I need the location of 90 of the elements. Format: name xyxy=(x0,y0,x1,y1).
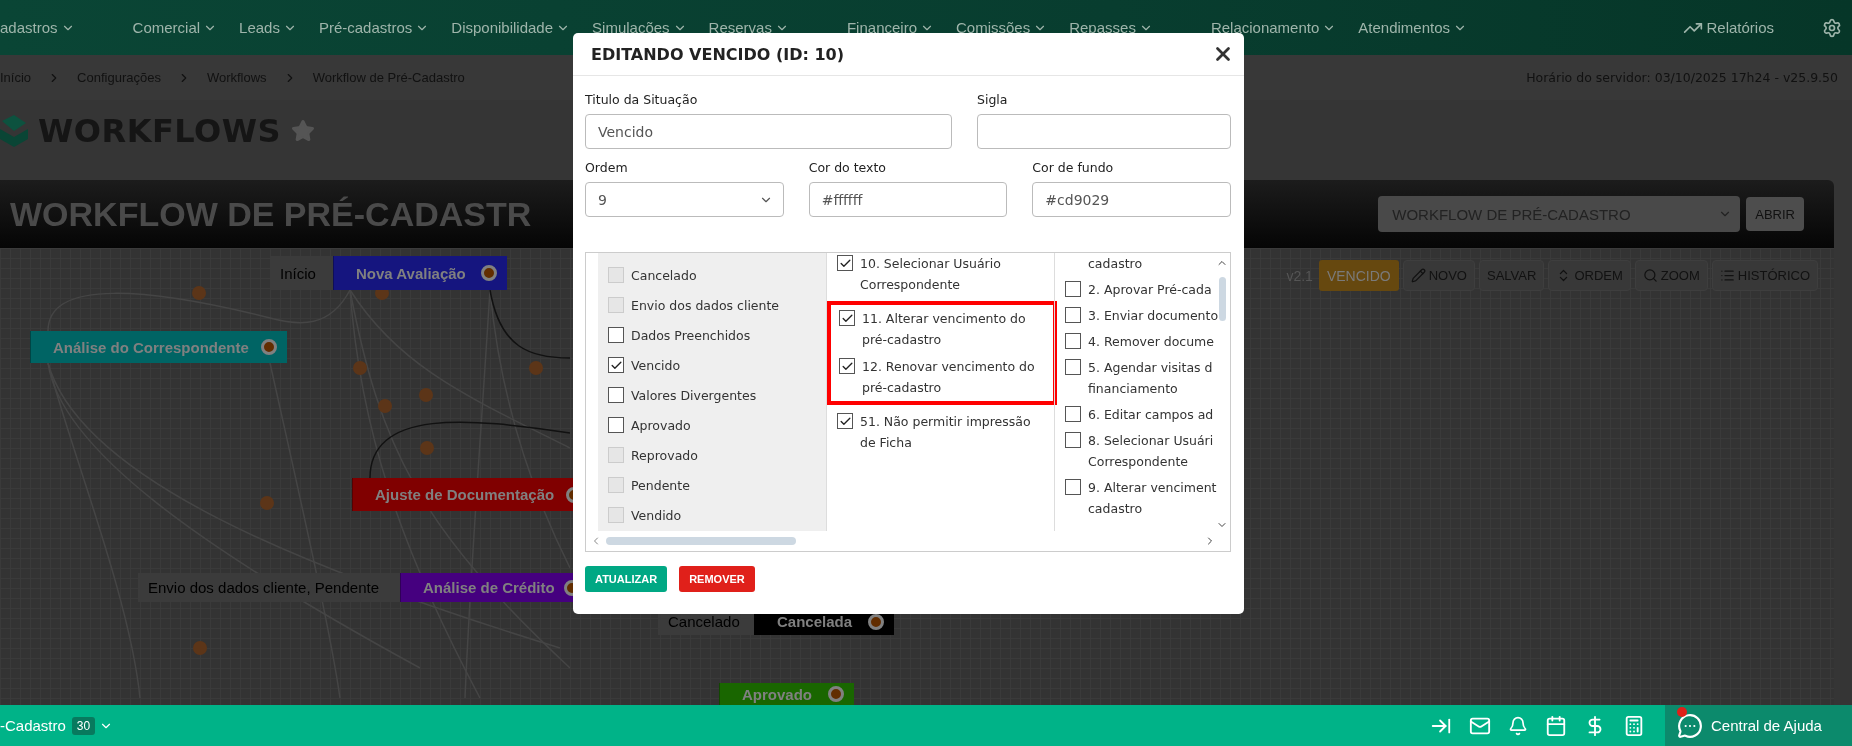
star-icon[interactable] xyxy=(291,119,316,143)
nav-menu-item[interactable]: Comercial xyxy=(132,19,218,36)
input-field[interactable]: Vencido xyxy=(585,114,952,149)
settings-icon[interactable] xyxy=(1822,17,1842,38)
select-field[interactable]: 9 xyxy=(585,182,784,217)
calendar-icon[interactable] xyxy=(1545,714,1567,737)
nav-menu-item[interactable]: Pré-cadastros xyxy=(318,19,430,36)
checkbox[interactable] xyxy=(1065,406,1081,422)
action-label: 2. Aprovar Pré-cada xyxy=(1088,281,1212,299)
situation-label: Cancelado xyxy=(631,267,697,285)
calculator-icon[interactable] xyxy=(1623,714,1645,737)
checkbox[interactable] xyxy=(608,417,624,433)
connector-handle[interactable] xyxy=(260,496,274,510)
action-label: 3. Enviar documento xyxy=(1088,307,1219,325)
connector-handle[interactable] xyxy=(378,399,392,413)
situation-label: Valores Divergentes xyxy=(631,387,757,405)
checkbox[interactable] xyxy=(839,358,855,374)
situation-label: Reprovado xyxy=(631,447,698,465)
situation-label: Aprovado xyxy=(631,417,691,435)
nav-menu-item[interactable]: Disponibilidade xyxy=(451,19,571,36)
list-icon xyxy=(1719,268,1735,283)
field-label: Titulo da Situação xyxy=(585,92,699,107)
checkbox[interactable] xyxy=(1065,281,1081,297)
action-label: 51. Não permitir impressão de Ficha xyxy=(860,413,1031,452)
nav-menu-item[interactable]: Comissões xyxy=(956,19,1048,36)
action-label: 9. Alterar venciment cadastro xyxy=(1088,479,1217,518)
connector-handle[interactable] xyxy=(529,361,543,375)
scroll-thumb[interactable] xyxy=(606,537,796,545)
reports-link[interactable]: Relatórios xyxy=(1683,17,1774,38)
connector-handle[interactable] xyxy=(193,641,207,655)
input-field[interactable] xyxy=(977,114,1231,149)
nav-menu-item[interactable]: Simulações xyxy=(592,19,687,36)
input-field[interactable]: #cd9029 xyxy=(1032,182,1231,217)
action-label: 8. Selecionar Usuári Correspondente xyxy=(1088,432,1214,471)
count-badge: 30 xyxy=(71,716,96,735)
field-label: Ordem xyxy=(585,160,629,175)
situation-label: Envio dos dados cliente xyxy=(631,297,780,315)
action-label: 11. Alterar vencimento do pré-cadastro xyxy=(862,310,1026,349)
nav-menu-item[interactable]: Atendimentos xyxy=(1358,19,1468,36)
nav-menu-item[interactable]: Reservas xyxy=(708,19,789,36)
pencil-icon xyxy=(1410,268,1426,283)
checkbox[interactable] xyxy=(1065,359,1081,375)
action-label: 6. Editar campos ad xyxy=(1088,406,1214,424)
checkbox[interactable] xyxy=(837,413,853,429)
checkbox[interactable] xyxy=(1065,307,1081,323)
situation-label: Pendente xyxy=(631,477,690,495)
connector-handle[interactable] xyxy=(419,388,433,402)
action-label: 12. Renovar vencimento do pré-cadastro xyxy=(862,358,1035,397)
field-label: Cor de fundo xyxy=(1032,160,1115,175)
chat-icon xyxy=(1677,712,1703,739)
input-field[interactable]: #ffffff xyxy=(808,182,1008,217)
checkbox[interactable] xyxy=(839,310,855,326)
nav-menu-item[interactable]: Leads xyxy=(239,19,297,36)
scroll-thumb[interactable] xyxy=(1218,277,1226,321)
checkbox[interactable] xyxy=(1065,333,1081,349)
situation-label: Dados Preenchidos xyxy=(631,327,751,345)
footer-label: -Cadastro xyxy=(0,717,66,734)
situation-label: Vendido xyxy=(631,507,682,525)
help-button[interactable]: Central de Ajuda xyxy=(1665,705,1852,746)
nav-menu-item[interactable]: Financeiro xyxy=(846,19,934,36)
connector-handle[interactable] xyxy=(192,286,206,300)
checkbox[interactable] xyxy=(1065,432,1081,448)
node-tag: Envio dos dados cliente, Pendente xyxy=(138,573,400,602)
bell-icon[interactable] xyxy=(1508,715,1528,736)
checkbox[interactable] xyxy=(837,255,853,271)
action-label: 10. Selecionar Usuário Correspondente xyxy=(860,255,1001,294)
connector-handle[interactable] xyxy=(420,441,434,455)
action-label: 5. Agendar visitas d financiamento xyxy=(1088,359,1213,398)
workflow-title: WORKFLOW DE PRÉ-CADASTR xyxy=(10,194,532,234)
action-label: 4. Remover docume xyxy=(1088,333,1214,351)
nav-menu-item[interactable]: adastros xyxy=(0,19,75,36)
checkbox[interactable] xyxy=(1065,479,1081,495)
checkbox[interactable] xyxy=(608,357,624,373)
money-stack-icon xyxy=(0,115,28,147)
dialog-title: EDITANDO VENCIDO (ID: 10) xyxy=(591,44,844,64)
field-label: Cor do texto xyxy=(808,160,888,175)
status-badge: VENCIDO xyxy=(1318,260,1399,291)
node-tag: Início xyxy=(270,256,333,290)
checkbox[interactable] xyxy=(608,387,624,403)
remove-button[interactable]: REMOVER xyxy=(679,566,755,592)
situation-label: Vencido xyxy=(631,357,681,375)
nav-menu-item[interactable]: Relacionamento xyxy=(1210,19,1337,36)
update-button[interactable]: ATUALIZAR xyxy=(585,566,668,592)
workflow-node[interactable]: Nova Avaliação xyxy=(333,256,507,290)
field-label: Sigla xyxy=(977,92,1009,107)
action-label: cadastro xyxy=(1088,255,1143,273)
nav-menu-item[interactable]: Repasses xyxy=(1069,19,1153,36)
connector-handle[interactable] xyxy=(353,361,367,375)
checkbox[interactable] xyxy=(608,327,624,343)
search-icon xyxy=(1642,268,1658,283)
